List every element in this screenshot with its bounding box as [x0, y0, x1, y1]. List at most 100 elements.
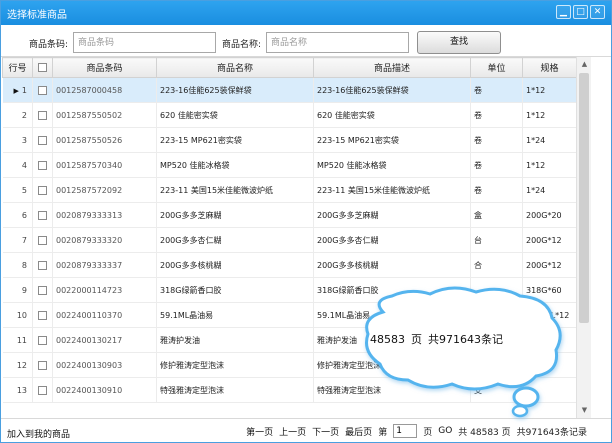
product-description-cell: 223-15 MP621密实袋 [313, 127, 471, 153]
unit-cell [470, 327, 523, 353]
table-row[interactable]: 13 0022400130910 特强雅涛定型泡沫 特强雅涛定型泡沫支 [2, 377, 576, 403]
scroll-thumb[interactable] [579, 73, 589, 323]
table-row[interactable]: 9 0022000114723 318G绿箭香口胶 318G绿箭香口胶 318G*60 [2, 277, 576, 303]
unit-cell: 卷 [470, 127, 523, 153]
unit-cell [470, 277, 523, 303]
table-row[interactable]: 4 0012587570340 MP520 佳能冰格袋 MP520 佳能冰格袋卷 1*1… [2, 152, 576, 178]
unit-cell: 卷 [470, 102, 523, 128]
header-row-number[interactable]: 行号 [2, 57, 33, 78]
row-checkbox[interactable] [38, 360, 47, 370]
product-description-cell: 223-11 美国15米佳能微波炉纸 [313, 177, 471, 203]
row-checkbox-cell[interactable] [32, 302, 53, 328]
unit-cell: 卷 [470, 77, 523, 103]
row-checkbox-cell[interactable] [32, 177, 53, 203]
unit-cell [470, 302, 523, 328]
header-checkbox[interactable] [32, 57, 53, 78]
table-row[interactable]: 10 0022400110370 59.1ML晶油易 59.1ML晶油易 59.2ML*… [2, 302, 576, 328]
spec-cell: 59.2ML*12 [522, 302, 576, 328]
row-checkbox-cell[interactable] [32, 277, 53, 303]
scroll-down-icon[interactable]: ▼ [577, 403, 592, 418]
table-row[interactable]: 3 0012587550526 223-15 MP621密实袋 223-15 MP62… [2, 127, 576, 153]
current-row-arrow-icon: ▶ [13, 86, 19, 95]
row-checkbox-cell[interactable] [32, 202, 53, 228]
header-code[interactable]: 商品条码 [52, 57, 157, 78]
pagination: 第一页 上一页 下一页 最后页 第 页 GO 共 48583 页 共971643… [246, 424, 587, 438]
row-checkbox[interactable] [38, 385, 47, 395]
product-code-cell: 0020879333313 [52, 202, 157, 228]
row-checkbox[interactable] [38, 210, 47, 220]
row-checkbox[interactable] [38, 135, 47, 145]
spec-cell [522, 377, 576, 403]
unit-cell: 卷 [470, 177, 523, 203]
product-description-cell: 修护雅涛定型泡沫 [313, 352, 471, 378]
vertical-scrollbar[interactable]: ▲ ▼ [576, 57, 591, 418]
last-page-link[interactable]: 最后页 [345, 425, 372, 438]
product-name-cell: 223-15 MP621密实袋 [156, 127, 314, 153]
row-number-cell: 12 [2, 352, 33, 378]
header-unit[interactable]: 单位 [470, 57, 523, 78]
scroll-up-icon[interactable]: ▲ [577, 57, 592, 72]
add-to-my-products-link[interactable]: 加入到我的商品 [7, 427, 70, 440]
row-checkbox[interactable] [38, 160, 47, 170]
table-row[interactable]: 2 0012587550502 620 佳能密实袋 620 佳能密实袋卷 1*12 [2, 102, 576, 128]
header-spec[interactable]: 规格 [522, 57, 576, 78]
row-number: 1 [21, 85, 27, 95]
table-row[interactable]: 8 0020879333337 200G多多核桃糊 200G多多核桃糊合 200G*12 [2, 252, 576, 278]
row-number: 5 [21, 185, 27, 195]
prev-page-link[interactable]: 上一页 [279, 425, 306, 438]
row-checkbox-cell[interactable] [32, 152, 53, 178]
row-checkbox-cell[interactable] [32, 352, 53, 378]
row-number-cell: ▶ 1 [2, 77, 33, 103]
product-name-cell: 雅涛护发油 [156, 327, 314, 353]
row-checkbox[interactable] [38, 285, 47, 295]
row-number-cell: 11 [2, 327, 33, 353]
row-checkbox[interactable] [38, 235, 47, 245]
product-grid: 行号 商品条码 商品名称 商品描述 单位 规格 ▶ 1 0012587000458 2… [2, 57, 576, 418]
row-checkbox[interactable] [38, 260, 47, 270]
spec-cell: 1*12 [522, 152, 576, 178]
header-description[interactable]: 商品描述 [313, 57, 471, 78]
spec-cell: 1*24 [522, 177, 576, 203]
minimize-icon[interactable]: ▁ [556, 5, 571, 19]
row-checkbox[interactable] [38, 185, 47, 195]
table-row[interactable]: 6 0020879333313 200G多多芝麻糊 200G多多芝麻糊盒 200G*20 [2, 202, 576, 228]
unit-cell: 卷 [470, 152, 523, 178]
product-description-cell: 特强雅涛定型泡沫 [313, 377, 471, 403]
row-checkbox[interactable] [38, 335, 47, 345]
table-row[interactable]: 5 0012587572092 223-11 美国15米佳能微波炉纸 223-11 美… [2, 177, 576, 203]
row-checkbox-cell[interactable] [32, 102, 53, 128]
select-product-window: 选择标准商品 ▁ □ ✕ 商品条码: 商品名称: 查找 行号 商品条码 商品名称 [0, 0, 612, 443]
name-search-input[interactable] [266, 32, 409, 53]
row-checkbox-cell[interactable] [32, 227, 53, 253]
table-row[interactable]: ▶ 1 0012587000458 223-16佳能625装保鲜袋 223-16佳能62… [2, 77, 576, 103]
row-checkbox-cell[interactable] [32, 77, 53, 103]
row-checkbox-cell[interactable] [32, 127, 53, 153]
search-button[interactable]: 查找 [417, 31, 501, 54]
product-table: 行号 商品条码 商品名称 商品描述 单位 规格 ▶ 1 0012587000458 2… [2, 57, 576, 403]
code-search-input[interactable] [73, 32, 216, 53]
close-icon[interactable]: ✕ [590, 5, 605, 19]
first-page-link[interactable]: 第一页 [246, 425, 273, 438]
row-checkbox-cell[interactable] [32, 252, 53, 278]
spec-cell [522, 327, 576, 353]
table-row[interactable]: 7 0020879333320 200G多多杏仁糊 200G多多杏仁糊台 200G*12 [2, 227, 576, 253]
row-checkbox-cell[interactable] [32, 377, 53, 403]
product-code-cell: 0012587000458 [52, 77, 157, 103]
row-number-cell: 13 [2, 377, 33, 403]
footer-bar: 加入到我的商品 第一页 上一页 下一页 最后页 第 页 GO 共 48583 页… [1, 418, 611, 442]
next-page-link[interactable]: 下一页 [312, 425, 339, 438]
page-number-input[interactable] [393, 424, 418, 438]
total-records: 共971643条记录 [516, 427, 587, 438]
product-name-cell: 200G多多核桃糊 [156, 252, 314, 278]
table-row[interactable]: 12 0022400130903 修护雅涛定型泡沫 修护雅涛定型泡沫 [2, 352, 576, 378]
select-all-checkbox[interactable] [38, 62, 47, 72]
go-button[interactable]: GO [438, 426, 452, 436]
row-checkbox[interactable] [38, 85, 47, 95]
table-row[interactable]: 11 0022400130217 雅涛护发油 雅涛护发油 [2, 327, 576, 353]
window-controls: ▁ □ ✕ [556, 5, 605, 19]
header-name[interactable]: 商品名称 [156, 57, 314, 78]
maximize-icon[interactable]: □ [573, 5, 588, 19]
row-checkbox[interactable] [38, 310, 47, 320]
row-checkbox-cell[interactable] [32, 327, 53, 353]
row-checkbox[interactable] [38, 110, 47, 120]
